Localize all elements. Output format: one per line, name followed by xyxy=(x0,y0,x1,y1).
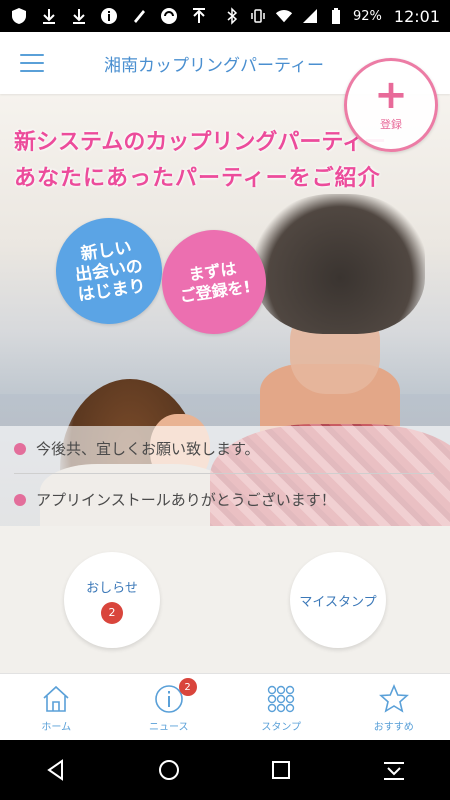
clock: 12:01 xyxy=(393,6,440,26)
notice-list: 今後共、宜しくお願い致します。 アプリインストールありがとうございます！ xyxy=(0,426,450,526)
signal-icon xyxy=(301,7,319,25)
nav-item-news[interactable]: 2 ニュース xyxy=(113,674,226,741)
battery-icon xyxy=(327,7,345,25)
recents-icon[interactable] xyxy=(266,755,296,785)
home-icon xyxy=(43,685,69,712)
register-label: 登録 xyxy=(380,118,402,131)
hero-tagline-2: あなたにあったパーティーをご紹介 xyxy=(14,166,381,191)
pencil-icon xyxy=(130,7,148,25)
home-circle-icon[interactable] xyxy=(154,755,184,785)
bullet-dot-icon xyxy=(14,442,26,455)
wifi-icon xyxy=(275,7,293,25)
status-bar: 92% 12:01 xyxy=(0,0,450,32)
download-icon xyxy=(40,7,58,25)
page-title: 湘南カップリングパーティー xyxy=(104,55,324,76)
notice-item[interactable]: アプリインストールありがとうございます！ xyxy=(14,489,434,510)
bottom-nav: ホーム 2 ニュース スタンプ おすすめ xyxy=(0,673,450,741)
divider xyxy=(14,473,434,474)
info-icon xyxy=(100,7,118,25)
nav-item-home[interactable]: ホーム xyxy=(0,674,113,741)
nav-item-stamp[interactable]: スタンプ xyxy=(225,674,338,741)
sync-icon xyxy=(160,7,178,25)
nav-label-home: ホーム xyxy=(41,721,72,733)
plus-icon: + xyxy=(374,72,408,118)
grid-icon xyxy=(268,685,295,712)
news-nav-badge: 2 xyxy=(178,678,197,696)
notice-text: アプリインストールありがとうございます！ xyxy=(36,491,336,509)
my-stamp-button[interactable]: マイスタンプ xyxy=(290,552,386,648)
system-nav-bar xyxy=(0,740,450,800)
bullet-dot-icon xyxy=(14,493,26,506)
nav-label-news: ニュース xyxy=(149,721,189,733)
news-button-label: おしらせ xyxy=(86,580,138,596)
back-icon[interactable] xyxy=(41,755,71,785)
battery-percent: 92% xyxy=(352,8,382,24)
upload-icon xyxy=(190,7,208,25)
notice-item[interactable]: 今後共、宜しくお願い致します。 xyxy=(14,438,434,459)
bubble-new-encounter: 新しい 出会いの はじまり xyxy=(49,211,169,331)
notice-text: 今後共、宜しくお願い致します。 xyxy=(36,440,260,458)
nav-label-recommended: おすすめ xyxy=(373,721,414,733)
nav-item-recommended[interactable]: おすすめ xyxy=(338,674,450,741)
shield-icon xyxy=(10,7,28,25)
hide-keyboard-icon[interactable] xyxy=(379,755,409,785)
hamburger-menu-icon[interactable] xyxy=(20,54,44,72)
download-icon xyxy=(70,7,88,25)
star-icon xyxy=(378,683,409,713)
bubble-register-first: まずは ご登録を! xyxy=(155,223,273,341)
my-stamp-button-label: マイスタンプ xyxy=(299,594,377,610)
nav-label-stamp: スタンプ xyxy=(261,721,302,733)
vibrate-icon xyxy=(249,7,267,25)
news-button[interactable]: おしらせ 2 xyxy=(64,552,160,648)
bluetooth-icon xyxy=(223,7,241,25)
register-button[interactable]: + 登録 xyxy=(344,58,438,152)
hero-photo-man-hair xyxy=(255,194,425,334)
news-count-badge: 2 xyxy=(101,601,123,624)
